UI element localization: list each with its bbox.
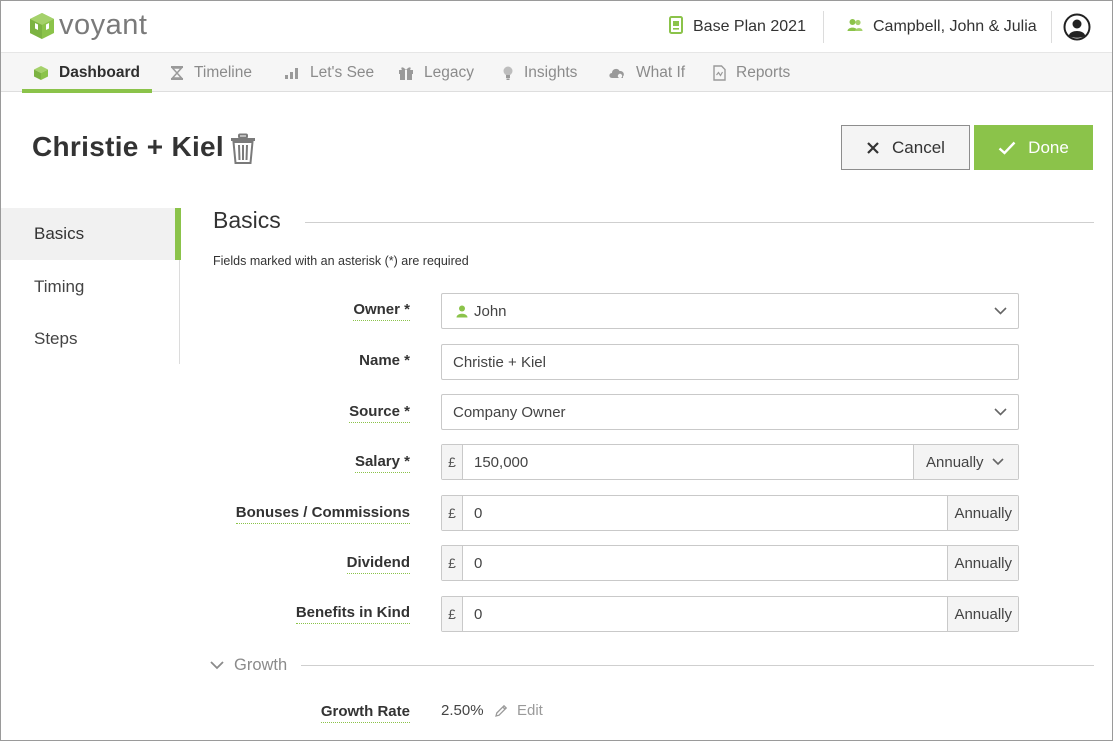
user-icon xyxy=(456,305,468,318)
salary-input[interactable]: 150,000 xyxy=(463,445,913,479)
menu-item-timing[interactable]: Timing xyxy=(1,261,180,313)
users-icon xyxy=(847,18,863,37)
plan-selector[interactable]: Base Plan 2021 xyxy=(669,13,806,41)
edit-growth-button[interactable]: Edit xyxy=(494,702,543,719)
chevron-down-icon xyxy=(982,395,1018,429)
owner-value: John xyxy=(474,302,507,320)
page-title: Christie + Kiel xyxy=(32,131,225,162)
lightbulb-icon xyxy=(502,65,514,81)
bar-chart-icon xyxy=(284,66,300,80)
currency-symbol: £ xyxy=(442,546,463,580)
growth-title: Growth xyxy=(234,656,288,674)
source-select[interactable]: Company Owner xyxy=(441,394,1019,430)
dividend-input[interactable]: 0 xyxy=(463,546,947,580)
tab-timeline[interactable]: Timeline xyxy=(159,53,263,92)
checkmark-icon xyxy=(998,141,1016,155)
tab-label: Reports xyxy=(736,63,791,81)
tab-label: Dashboard xyxy=(59,63,140,81)
menu-item-steps[interactable]: Steps xyxy=(1,313,180,365)
tab-insights[interactable]: Insights xyxy=(491,53,588,92)
frequency-value: Annually xyxy=(926,453,984,471)
bonuses-label[interactable]: Bonuses / Commissions xyxy=(235,504,410,524)
trash-icon xyxy=(231,133,255,164)
close-icon xyxy=(866,141,880,155)
benefits-frequency: Annually xyxy=(947,597,1018,631)
currency-symbol: £ xyxy=(442,445,463,479)
edit-label: Edit xyxy=(517,702,543,719)
chevron-down-icon xyxy=(210,661,224,670)
chevron-down-icon xyxy=(982,294,1018,328)
tab-label: What If xyxy=(636,63,686,81)
tab-legacy[interactable]: Legacy xyxy=(387,53,485,92)
owner-select[interactable]: John xyxy=(441,293,1019,329)
bonuses-frequency: Annually xyxy=(947,496,1018,530)
benefits-field: £ 0 Annually xyxy=(441,596,1019,632)
tab-lets-see[interactable]: Let's See xyxy=(273,53,385,92)
plan-icon xyxy=(669,15,683,39)
benefits-input[interactable]: 0 xyxy=(463,597,947,631)
source-label[interactable]: Source * xyxy=(349,403,410,423)
tab-label: Insights xyxy=(524,63,578,81)
tab-reports[interactable]: Reports xyxy=(702,53,801,92)
menu-item-basics[interactable]: Basics xyxy=(1,208,181,260)
client-selector[interactable]: Campbell, John & Julia xyxy=(847,13,1037,41)
account-button[interactable] xyxy=(1063,13,1091,41)
dividend-frequency: Annually xyxy=(947,546,1018,580)
name-label: Name * xyxy=(359,352,410,369)
main-nav: Dashboard Timeline Let's See Legacy Insi… xyxy=(1,53,1112,93)
section-title: Basics xyxy=(213,207,281,233)
section-divider xyxy=(301,665,1094,666)
currency-symbol: £ xyxy=(442,496,463,530)
benefits-label[interactable]: Benefits in Kind xyxy=(295,604,410,624)
currency-symbol: £ xyxy=(442,597,463,631)
user-circle-icon xyxy=(1063,13,1091,41)
tab-label: Let's See xyxy=(310,63,375,81)
tab-label: Timeline xyxy=(194,63,252,81)
chevron-down-icon xyxy=(991,458,1004,466)
owner-label[interactable]: Owner * xyxy=(353,301,410,321)
hourglass-icon xyxy=(170,65,184,81)
gift-icon xyxy=(398,65,414,81)
cancel-label: Cancel xyxy=(892,137,945,157)
top-bar: voyant Base Plan 2021 Campbell, John & J… xyxy=(1,1,1112,53)
menu-item-label: Basics xyxy=(34,224,85,243)
plan-name: Base Plan 2021 xyxy=(693,18,806,35)
voyant-logo-icon xyxy=(30,12,54,39)
tab-dashboard[interactable]: Dashboard xyxy=(22,53,152,93)
cube-icon xyxy=(33,65,49,81)
app-window: voyant Base Plan 2021 Campbell, John & J… xyxy=(0,0,1113,741)
dividend-label[interactable]: Dividend xyxy=(346,554,410,574)
dividend-field: £ 0 Annually xyxy=(441,545,1019,581)
menu-item-label: Steps xyxy=(34,329,78,348)
logo-text: voyant xyxy=(59,9,148,41)
header-divider xyxy=(1051,11,1052,43)
bonuses-field: £ 0 Annually xyxy=(441,495,1019,531)
salary-label[interactable]: Salary * xyxy=(354,453,410,473)
source-value: Company Owner xyxy=(453,403,566,421)
bonuses-input[interactable]: 0 xyxy=(463,496,947,530)
tab-what-if[interactable]: What If xyxy=(597,53,696,92)
salary-frequency-select[interactable]: Annually xyxy=(913,445,1018,479)
name-value: Christie + Kiel xyxy=(453,353,546,371)
growth-rate-label[interactable]: Growth Rate xyxy=(320,703,410,723)
document-icon xyxy=(713,64,726,81)
logo[interactable]: voyant xyxy=(29,11,147,40)
header-divider xyxy=(823,11,824,43)
pencil-icon xyxy=(494,704,508,718)
name-input[interactable]: Christie + Kiel xyxy=(441,344,1019,380)
done-label: Done xyxy=(1028,137,1069,157)
section-divider xyxy=(305,222,1094,223)
growth-toggle[interactable]: Growth xyxy=(210,656,287,675)
delete-button[interactable] xyxy=(229,133,257,165)
cancel-button[interactable]: Cancel xyxy=(841,125,970,170)
tab-label: Legacy xyxy=(424,63,474,81)
growth-rate-value: 2.50% xyxy=(441,702,484,719)
scenario-cloud-icon xyxy=(608,66,626,80)
menu-item-label: Timing xyxy=(34,277,85,296)
required-note: Fields marked with an asterisk (*) are r… xyxy=(213,254,469,268)
client-name: Campbell, John & Julia xyxy=(873,18,1037,35)
section-menu: Basics Timing Steps xyxy=(1,208,181,365)
done-button[interactable]: Done xyxy=(974,125,1093,170)
salary-field: £ 150,000 Annually xyxy=(441,444,1019,480)
